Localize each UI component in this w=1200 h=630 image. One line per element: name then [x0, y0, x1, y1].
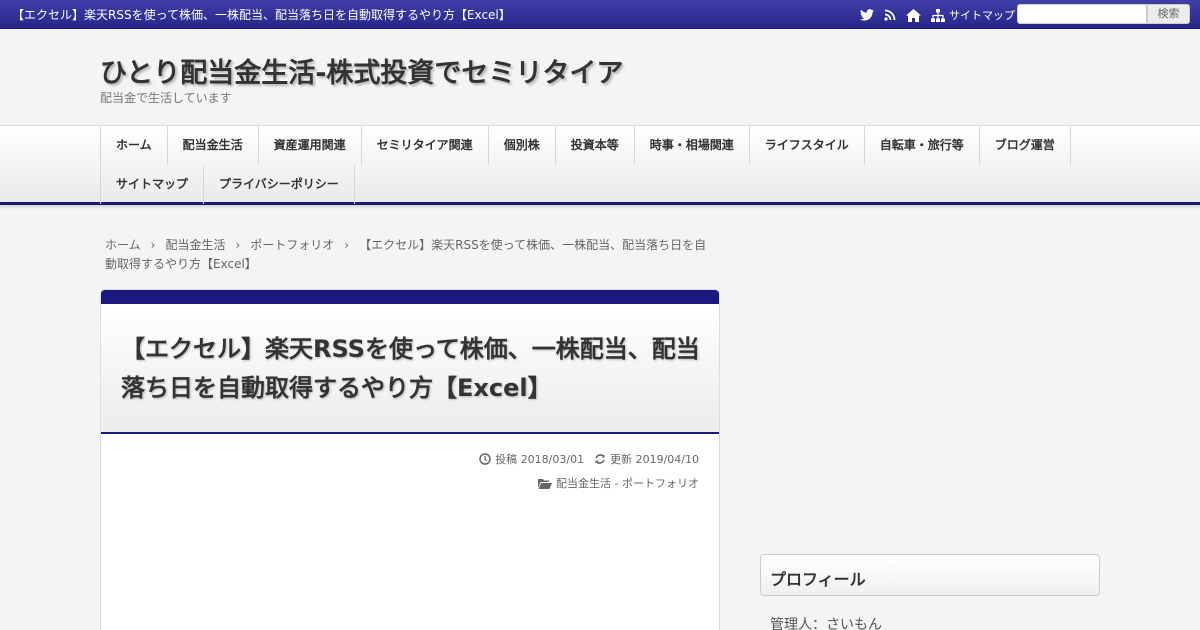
- breadcrumb-separator: ›: [344, 238, 350, 252]
- main-navigation: ホーム 配当金生活 資産運用関連 セミリタイア関連 個別株 投資本等 時事・相場…: [0, 125, 1200, 205]
- twitter-icon[interactable]: [860, 9, 874, 21]
- article-categories: 配当金生活 - ポートフォリオ: [538, 475, 699, 491]
- top-bar-icons: サイトマップ: [860, 7, 1015, 23]
- home-icon[interactable]: [906, 8, 921, 22]
- top-bar-title[interactable]: 【エクセル】楽天RSSを使って株価、一株配当、配当落ち日を自動取得するやり方【E…: [12, 6, 511, 23]
- nav-row-1: ホーム 配当金生活 資産運用関連 セミリタイア関連 個別株 投資本等 時事・相場…: [100, 126, 1071, 165]
- posted-date: 2018/03/01: [520, 452, 585, 466]
- breadcrumb-separator: ›: [235, 238, 241, 252]
- folder-open-icon: [538, 478, 553, 489]
- sitemap-label: サイトマップ: [949, 9, 1015, 22]
- nav-item-privacy-policy[interactable]: プライバシーポリシー: [203, 165, 355, 204]
- nav-item-sitemap[interactable]: サイトマップ: [100, 165, 203, 204]
- nav-item-lifestyle[interactable]: ライフスタイル: [748, 126, 864, 165]
- nav-item-asset-management[interactable]: 資産運用関連: [257, 126, 361, 165]
- refresh-icon: [595, 454, 605, 464]
- nav-item-blog[interactable]: ブログ運営: [978, 126, 1071, 165]
- sidebar-profile-heading: プロフィール: [760, 554, 1100, 596]
- top-bar: 【エクセル】楽天RSSを使って株価、一株配当、配当落ち日を自動取得するやり方【E…: [0, 0, 1200, 29]
- search-button[interactable]: 検索: [1147, 4, 1190, 24]
- nav-item-investment-books[interactable]: 投資本等: [554, 126, 634, 165]
- rss-icon[interactable]: [884, 9, 896, 21]
- nav-item-bicycle-travel[interactable]: 自転車・旅行等: [863, 126, 979, 165]
- breadcrumb-separator: ›: [150, 238, 156, 252]
- site-description: 配当金で生活しています: [100, 91, 232, 105]
- article-header: 【エクセル】楽天RSSを使って株価、一株配当、配当落ち日を自動取得するやり方【E…: [101, 304, 719, 434]
- nav-item-dividend-life[interactable]: 配当金生活: [166, 126, 258, 165]
- sitemap-icon: [931, 8, 945, 22]
- breadcrumb: ホーム › 配当金生活 › ポートフォリオ › 【エクセル】楽天RSSを使って株価、一株配当…: [105, 236, 715, 274]
- posted-label: 投稿: [495, 453, 518, 466]
- updated-date: 2019/04/10: [635, 452, 699, 466]
- updated-label: 更新: [610, 453, 633, 466]
- nav-item-semi-retire[interactable]: セミリタイア関連: [360, 126, 488, 165]
- site-header: ひとり配当金生活-株式投資でセミリタイア 配当金で生活しています: [0, 29, 1200, 126]
- nav-item-home[interactable]: ホーム: [100, 126, 167, 165]
- site-title[interactable]: ひとり配当金生活-株式投資でセミリタイア: [100, 51, 623, 90]
- article-dates: 投稿 2018/03/01 更新 2019/04/10: [479, 451, 699, 467]
- profile-admin: 管理人：さいもん: [770, 617, 882, 630]
- breadcrumb-item-home[interactable]: ホーム: [105, 238, 141, 252]
- breadcrumb-item-dividend-life[interactable]: 配当金生活: [165, 238, 225, 252]
- article-top-bar: [101, 290, 719, 304]
- article-card: 【エクセル】楽天RSSを使って株価、一株配当、配当落ち日を自動取得するやり方【E…: [100, 289, 720, 630]
- clock-icon: [479, 453, 491, 465]
- category-links[interactable]: 配当金生活 - ポートフォリオ: [556, 475, 699, 491]
- search-input[interactable]: [1017, 4, 1147, 24]
- nav-item-individual-stocks[interactable]: 個別株: [487, 126, 555, 165]
- breadcrumb-item-portfolio[interactable]: ポートフォリオ: [250, 238, 334, 252]
- nav-row-2: サイトマップ プライバシーポリシー: [100, 165, 355, 204]
- profile-title: プロフィール: [770, 570, 866, 589]
- article-title: 【エクセル】楽天RSSを使って株価、一株配当、配当落ち日を自動取得するやり方【E…: [121, 335, 700, 402]
- sitemap-link[interactable]: サイトマップ: [931, 7, 1015, 23]
- nav-item-current-affairs[interactable]: 時事・相場関連: [633, 126, 749, 165]
